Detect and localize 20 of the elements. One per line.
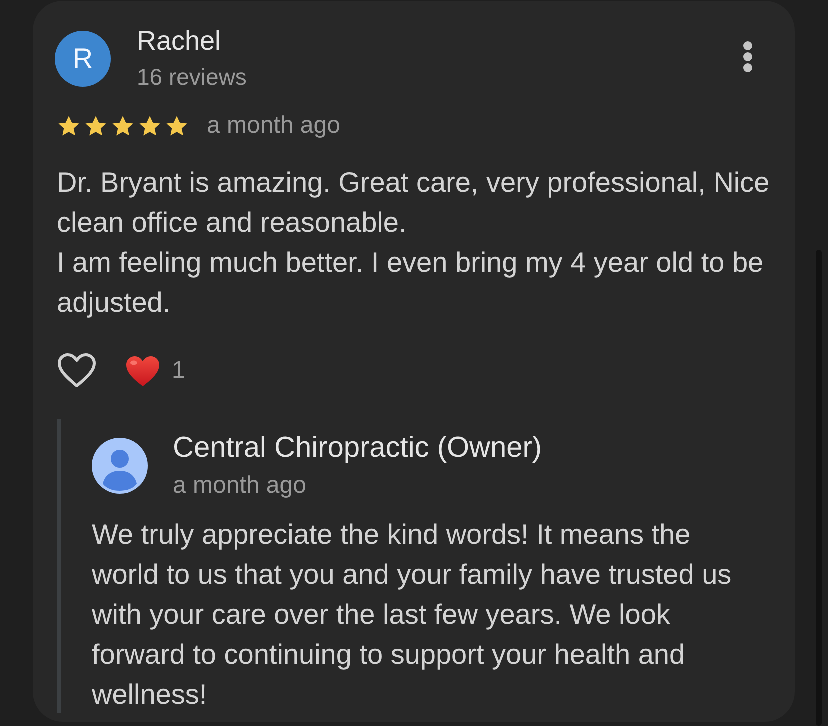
review-text: I am feeling much better. I even bring my 4 year old to be adjusted. [57,246,765,320]
reviewer-name[interactable]: Rachel [137,25,247,57]
reply-text: We truly appreciate the kind words! It means the world to us that you and your family have trusted us with your care over the last few years. We look forward to continuing to support your health and wellness! [92,518,733,712]
like-button[interactable] [57,353,97,389]
star-icon [111,114,135,138]
reply-time: a month ago [173,472,308,500]
person-avatar-icon [92,438,148,494]
star-icon [165,114,189,138]
more-vertical-icon [742,41,754,73]
star-icon [57,114,81,138]
avatar: R [55,31,111,87]
review-count: 16 reviews [137,63,247,91]
star-icon [138,114,162,138]
review-text: Dr. Bryant is amazing. Great care, very professional, Nice clean office and reasonable. [57,166,771,240]
owner-name: Central Chiropractic (Owner) [173,432,542,464]
heart-emoji-icon [126,356,160,386]
heart-icon [57,353,97,389]
star-icon [84,114,108,138]
reaction-count: 1 [172,357,186,385]
review-time: a month ago [207,112,340,140]
